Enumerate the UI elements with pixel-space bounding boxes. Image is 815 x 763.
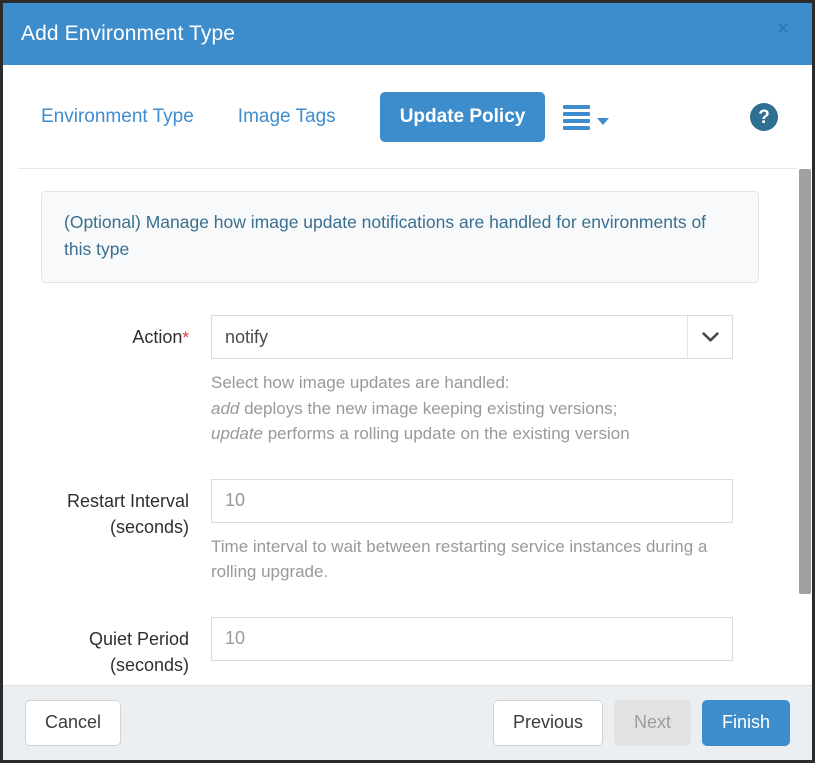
restart-interval-control: 10 Time interval to wait between restart… <box>211 479 733 585</box>
dialog-header: Add Environment Type × <box>3 3 812 65</box>
term-update: update <box>211 424 263 443</box>
quiet-period-control: 10 <box>211 617 733 678</box>
term-add: add <box>211 399 239 418</box>
dialog-footer: Cancel Previous Next Finish <box>3 685 812 760</box>
quiet-period-input[interactable]: 10 <box>211 617 733 661</box>
restart-interval-label: Restart Interval (seconds) <box>41 479 211 585</box>
restart-interval-label-line-1: Restart Interval <box>41 488 189 514</box>
quiet-period-label: Quiet Period (seconds) <box>41 617 211 678</box>
quiet-period-label-line-2: (seconds) <box>41 652 189 678</box>
restart-interval-label-line-2: (seconds) <box>41 514 189 540</box>
tab-overflow-menu[interactable] <box>563 105 609 130</box>
action-control: notify Select how image updates are hand… <box>211 315 733 447</box>
help-circle-icon[interactable]: ? <box>750 103 778 131</box>
optional-info-panel: (Optional) Manage how image update notif… <box>41 191 759 283</box>
dialog-body: (Optional) Manage how image update notif… <box>3 169 812 685</box>
hamburger-menu-icon <box>563 105 590 130</box>
wizard-tab-bar: Environment Type Image Tags Update Polic… <box>3 65 812 169</box>
required-marker: * <box>182 328 189 347</box>
tab-environment-type[interactable]: Environment Type <box>41 106 194 128</box>
action-select-value: notify <box>212 316 687 358</box>
quiet-period-label-line-1: Quiet Period <box>41 626 189 652</box>
body-scrollbar[interactable] <box>799 169 812 685</box>
field-row-quiet-period: Quiet Period (seconds) 10 <box>41 617 774 678</box>
add-environment-type-dialog: Add Environment Type × Environment Type … <box>0 0 815 763</box>
action-select[interactable]: notify <box>211 315 733 359</box>
action-help-text: Select how image updates are handled: ad… <box>211 370 733 447</box>
field-row-action: Action* notify Select how image updates … <box>41 315 774 447</box>
term-add-rest: deploys the new image keeping existing v… <box>239 399 617 418</box>
previous-button[interactable]: Previous <box>493 700 603 746</box>
finish-button[interactable]: Finish <box>702 700 790 746</box>
action-help-line-2: add deploys the new image keeping existi… <box>211 396 733 422</box>
tab-update-policy[interactable]: Update Policy <box>380 92 546 142</box>
action-help-line-1: Select how image updates are handled: <box>211 370 733 396</box>
restart-interval-help-text: Time interval to wait between restarting… <box>211 534 733 585</box>
dialog-title: Add Environment Type <box>21 22 235 46</box>
close-icon[interactable]: × <box>772 19 794 41</box>
chevron-down-icon <box>597 118 609 125</box>
term-update-rest: performs a rolling update on the existin… <box>263 424 630 443</box>
action-help-line-3: update performs a rolling update on the … <box>211 421 733 447</box>
footer-actions: Previous Next Finish <box>493 700 790 746</box>
action-label: Action* <box>41 315 211 447</box>
next-button: Next <box>614 700 691 746</box>
tab-image-tags[interactable]: Image Tags <box>238 106 336 128</box>
chevron-down-icon[interactable] <box>687 316 732 358</box>
restart-interval-input[interactable]: 10 <box>211 479 733 523</box>
cancel-button[interactable]: Cancel <box>25 700 121 746</box>
action-label-text: Action <box>132 327 182 347</box>
body-scrollbar-thumb[interactable] <box>799 169 811 594</box>
field-row-restart-interval: Restart Interval (seconds) 10 Time inter… <box>41 479 774 585</box>
